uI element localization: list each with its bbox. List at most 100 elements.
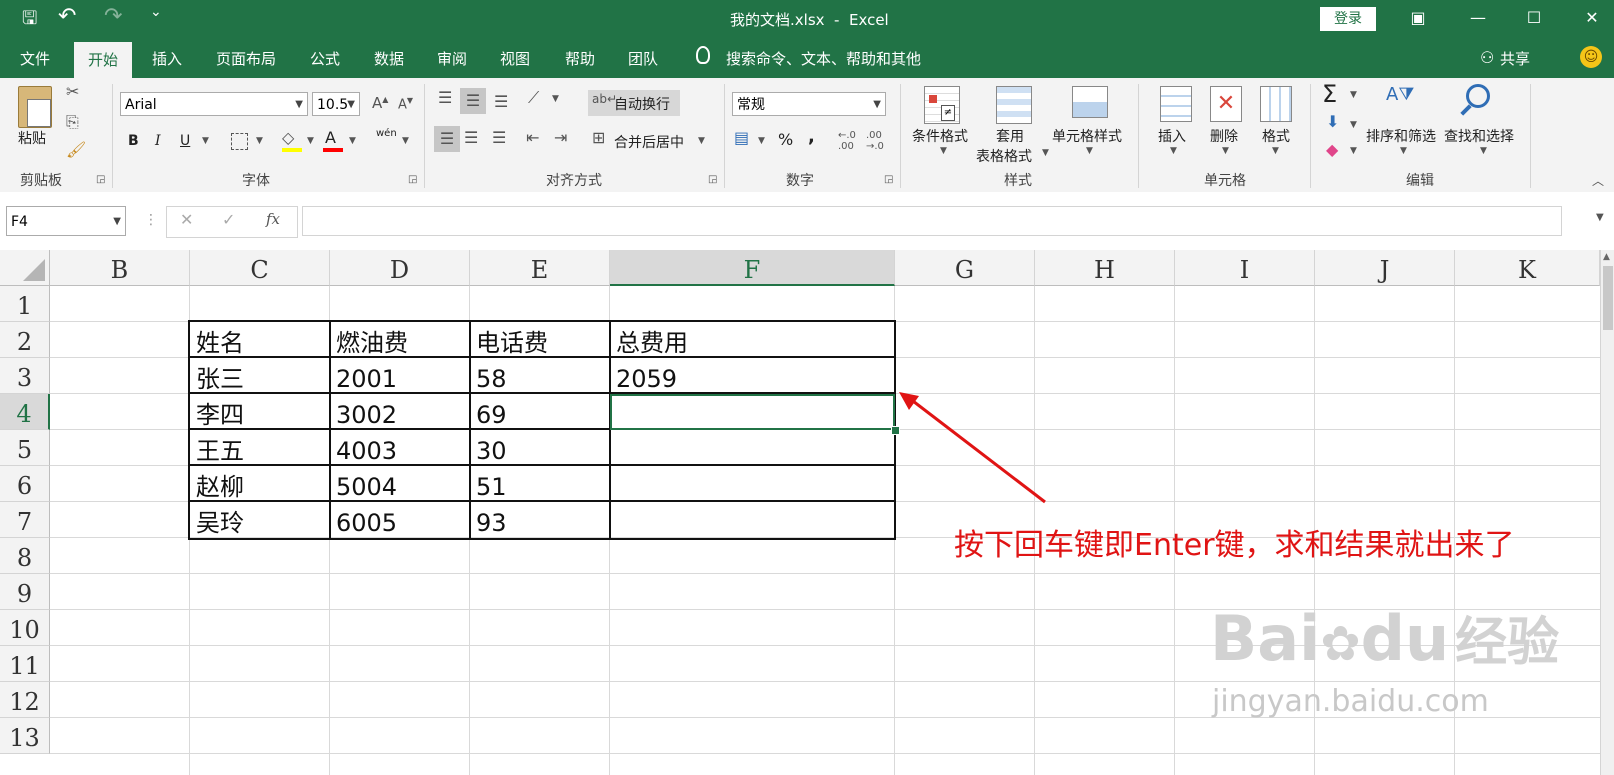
font-launcher-icon[interactable]: ◲ [408,174,417,185]
col-header-c[interactable]: C [190,250,330,286]
grow-font-icon[interactable]: A▲ [372,94,388,112]
find-dropdown-icon[interactable]: ▼ [1480,146,1487,156]
cell-d7[interactable]: 6005 [330,502,397,538]
cell-c7[interactable]: 吴玲 [190,502,244,538]
row-header-8[interactable]: 8 [0,538,50,574]
format-as-table-button-line2[interactable]: 表格格式 [976,146,1032,166]
align-middle-icon[interactable]: ☰ [460,88,486,114]
increase-decimal-icon[interactable]: ←.0.00 [838,130,856,152]
insert-cells-icon[interactable] [1160,86,1192,122]
cell-d6[interactable]: 5004 [330,466,397,502]
cell-styles-icon[interactable] [1072,86,1108,118]
cell-d2[interactable]: 燃油费 [330,322,408,358]
phonetic-icon[interactable]: wén [376,128,397,139]
cut-icon[interactable]: ✂ [66,82,79,101]
cancel-icon[interactable]: ✕ [180,210,193,229]
share-button[interactable]: 共享 [1500,48,1530,69]
comma-style-button[interactable]: , [808,126,815,147]
cell-styles-dropdown-icon[interactable]: ▼ [1086,146,1093,156]
col-header-j[interactable]: J [1315,250,1455,286]
row-header-5[interactable]: 5 [0,430,50,466]
number-format-combo[interactable]: 常规 ▼ [732,92,886,116]
format-as-table-dropdown-icon[interactable]: ▼ [1042,148,1049,158]
maximize-button[interactable]: ☐ [1522,6,1546,30]
cell-f7[interactable] [610,502,616,538]
align-right-icon[interactable]: ☰ [492,128,506,147]
underline-button[interactable]: U [180,133,190,149]
sort-filter-icon[interactable]: A⧩ [1386,84,1414,105]
autosum-dropdown-icon[interactable]: ▼ [1350,90,1357,100]
tab-file[interactable]: 文件 [20,48,50,69]
format-cells-icon[interactable] [1260,86,1292,122]
enter-icon[interactable]: ✓ [222,210,235,229]
cell-c2[interactable]: 姓名 [190,322,244,358]
col-header-g[interactable]: G [895,250,1035,286]
clear-icon[interactable]: ◆ [1326,140,1338,159]
login-button[interactable]: 登录 [1320,7,1376,31]
insert-dropdown-icon[interactable]: ▼ [1170,146,1177,156]
cell-f3[interactable]: 2059 [610,358,677,394]
row-header-1[interactable]: 1 [0,286,50,322]
format-cells-button[interactable]: 格式 [1262,126,1290,146]
percent-style-button[interactable]: % [778,130,793,149]
paste-button[interactable]: 粘贴 [18,128,46,148]
col-header-f[interactable]: F [610,250,895,286]
col-header-d[interactable]: D [330,250,470,286]
tab-insert[interactable]: 插入 [152,48,182,69]
align-bottom-icon[interactable]: ☰ [494,92,508,111]
vertical-scrollbar[interactable]: ▲ [1600,250,1614,775]
tab-formulas[interactable]: 公式 [310,48,340,69]
increase-indent-icon[interactable]: ⇥ [554,128,567,147]
shrink-font-icon[interactable]: A▼ [398,96,413,112]
autosum-icon[interactable]: Σ [1322,80,1337,108]
cell-d5[interactable]: 4003 [330,430,397,466]
conditional-formatting-icon[interactable]: ≠ [924,86,960,124]
delete-dropdown-icon[interactable]: ▼ [1222,146,1229,156]
cell-d3[interactable]: 2001 [330,358,397,394]
font-color-icon[interactable]: A [325,128,336,147]
ribbon-display-options-icon[interactable]: ▣ [1406,6,1430,30]
format-as-table-icon[interactable] [996,86,1032,124]
format-dropdown-icon[interactable]: ▼ [1272,146,1279,156]
underline-dropdown-icon[interactable]: ▼ [202,136,209,146]
decrease-decimal-icon[interactable]: .00 →.0 [866,130,884,152]
sort-filter-dropdown-icon[interactable]: ▼ [1400,146,1407,156]
row-header-3[interactable]: 3 [0,358,50,394]
undo-icon[interactable]: ↶ [58,4,76,29]
insert-function-icon[interactable]: fx [266,210,280,228]
row-header-12[interactable]: 12 [0,682,50,718]
worksheet-grid[interactable]: B C D E F G H I J K 1 2 3 4 5 6 7 8 9 10… [0,250,1614,775]
cell-c3[interactable]: 张三 [190,358,244,394]
delete-cells-button[interactable]: 删除 [1210,126,1238,146]
row-header-2[interactable]: 2 [0,322,50,358]
cell-e2[interactable]: 电话费 [470,322,548,358]
find-select-button[interactable]: 查找和选择 [1444,126,1514,146]
format-as-table-button[interactable]: 套用 [996,126,1024,146]
borders-icon[interactable] [231,133,248,150]
cell-e3[interactable]: 58 [470,358,507,394]
fill-icon[interactable]: ⬇ [1326,112,1339,131]
close-button[interactable]: ✕ [1580,6,1604,30]
scroll-up-icon[interactable]: ▲ [1603,252,1610,262]
paste-icon[interactable] [18,86,52,128]
select-all-corner[interactable] [0,250,50,286]
cell-c5[interactable]: 王五 [190,430,244,466]
align-center-icon[interactable]: ☰ [464,128,478,147]
font-color-dropdown-icon[interactable]: ▼ [349,136,356,146]
number-launcher-icon[interactable]: ◲ [884,174,893,185]
cell-e7[interactable]: 93 [470,502,507,538]
smiley-feedback-icon[interactable]: ☺ [1580,46,1602,68]
orientation-dropdown-icon[interactable]: ▼ [552,94,559,104]
tab-team[interactable]: 团队 [628,48,658,69]
font-size-combo[interactable]: 10.5 ▼ [312,92,360,116]
cell-e5[interactable]: 30 [470,430,507,466]
scrollbar-thumb[interactable] [1603,266,1613,330]
col-header-i[interactable]: I [1175,250,1315,286]
cell-c6[interactable]: 赵柳 [190,466,244,502]
font-name-combo[interactable]: Arial ▼ [120,92,308,116]
formula-input[interactable] [302,206,1562,236]
expand-formula-bar-icon[interactable]: ▼ [1596,212,1604,223]
align-top-icon[interactable]: ☰ [438,88,452,107]
minimize-button[interactable]: — [1466,6,1490,30]
cell-styles-button[interactable]: 单元格样式 [1052,126,1122,146]
